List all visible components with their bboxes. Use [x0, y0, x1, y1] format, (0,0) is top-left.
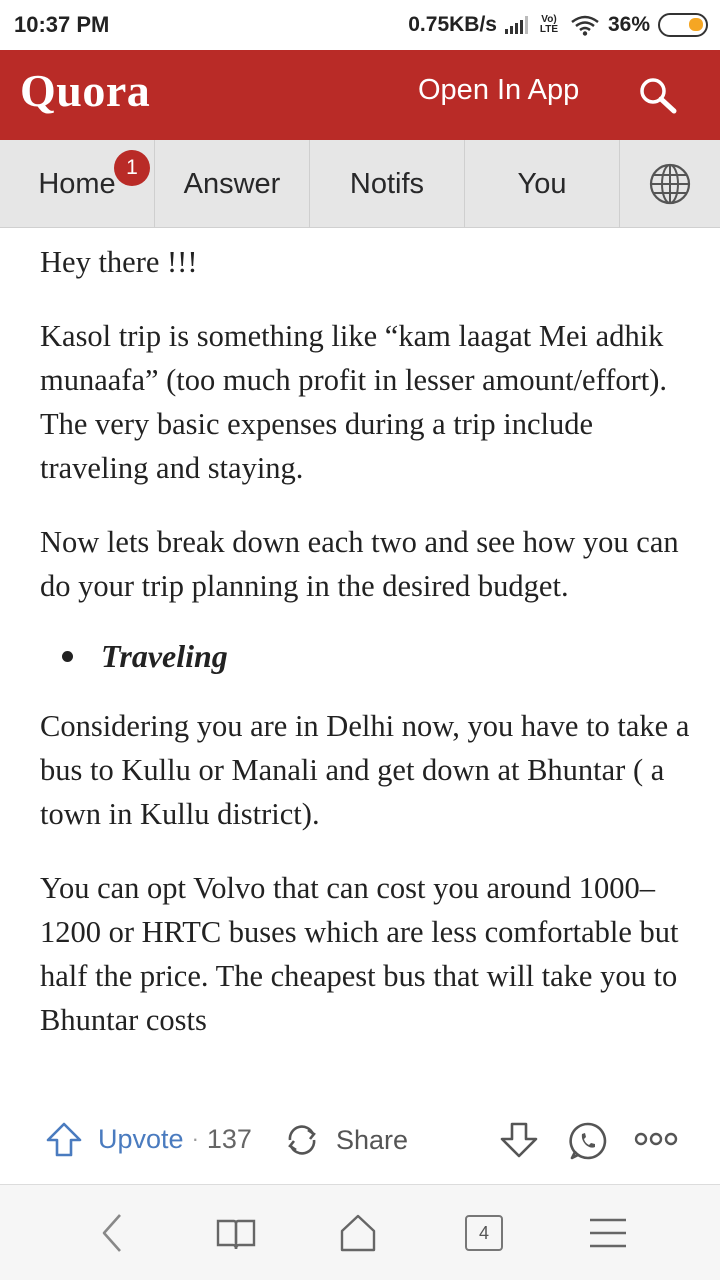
home-icon [340, 1214, 376, 1252]
share-icon [288, 1125, 316, 1155]
status-indicators: 0.75KB/s Vo) LTE 36% [408, 10, 708, 40]
network-speed: 0.75KB/s [408, 13, 497, 36]
back-button[interactable] [88, 1211, 136, 1255]
browser-bottom-bar: 4 [0, 1184, 720, 1280]
lte-label: Vo) LTE [539, 14, 559, 35]
tab-notifs-label: Notifs [349, 167, 425, 200]
tab-you-label: You [517, 167, 567, 200]
app-header: Quora Open In App [0, 50, 720, 140]
answer-paragraph: Now lets break down each two and see how… [40, 525, 679, 603]
answer-paragraph: Considering you are in Delhi now, you ha… [40, 709, 690, 831]
home-button[interactable] [334, 1211, 382, 1255]
battery-percent: 36% [607, 13, 650, 36]
downvote-icon [500, 1122, 538, 1158]
bullet-dot [62, 650, 73, 662]
tab-home[interactable]: Home 1 [0, 140, 155, 228]
tab-language[interactable] [620, 140, 720, 228]
upvote-icon [46, 1122, 82, 1157]
whatsapp-icon [569, 1122, 607, 1160]
tab-answer[interactable]: Answer [155, 140, 310, 228]
open-in-app-button[interactable]: Open In App [418, 74, 579, 107]
menu-button[interactable] [584, 1211, 632, 1255]
notification-badge: 1 [114, 150, 150, 186]
book-icon [216, 1219, 256, 1250]
quora-logo[interactable]: Quora [20, 64, 150, 117]
answer-content: Hey there !!! Kasol trip is something li… [40, 240, 690, 1090]
tab-you[interactable]: You [465, 140, 620, 228]
more-options-button[interactable] [634, 1124, 678, 1154]
whatsapp-share-button[interactable] [567, 1120, 609, 1162]
bullet-item: Traveling [62, 634, 690, 678]
tab-count: 4 [465, 1215, 503, 1251]
signal-icon [504, 16, 528, 34]
upvote-count: 137 [206, 1123, 252, 1154]
downvote-button[interactable] [498, 1120, 540, 1160]
answer-paragraph: You can opt Volvo that can cost you arou… [40, 871, 679, 1037]
main-nav: Home 1 Answer Notifs You [0, 140, 720, 228]
answer-action-bar: Upvote · 137 Share [0, 1110, 720, 1170]
share-label: Share [336, 1124, 409, 1155]
bookmarks-button[interactable] [212, 1211, 260, 1255]
separator-dot: · [191, 1126, 199, 1151]
tab-notifs[interactable]: Notifs [310, 140, 465, 228]
battery-icon [658, 13, 708, 37]
globe-icon [649, 163, 691, 205]
menu-icon [590, 1218, 626, 1248]
back-arrow-icon [102, 1214, 121, 1252]
share-button[interactable]: Share [282, 1120, 408, 1160]
upvote-button[interactable]: Upvote · 137 [44, 1120, 252, 1158]
more-icon [634, 1132, 678, 1146]
status-bar: 10:37 PM 0.75KB/s Vo) LTE 36% [0, 0, 720, 50]
tab-home-label: Home [38, 167, 116, 200]
wifi-icon [571, 15, 599, 36]
upvote-label: Upvote [98, 1123, 184, 1154]
answer-paragraph: Hey there !!! [40, 245, 198, 279]
search-icon[interactable] [636, 74, 684, 118]
answer-paragraph: Kasol trip is something like “kam laagat… [40, 319, 668, 485]
tabs-button[interactable]: 4 [460, 1211, 508, 1255]
tab-answer-label: Answer [183, 167, 281, 200]
status-time: 10:37 PM [14, 12, 110, 37]
bullet-text: Traveling [101, 638, 228, 674]
